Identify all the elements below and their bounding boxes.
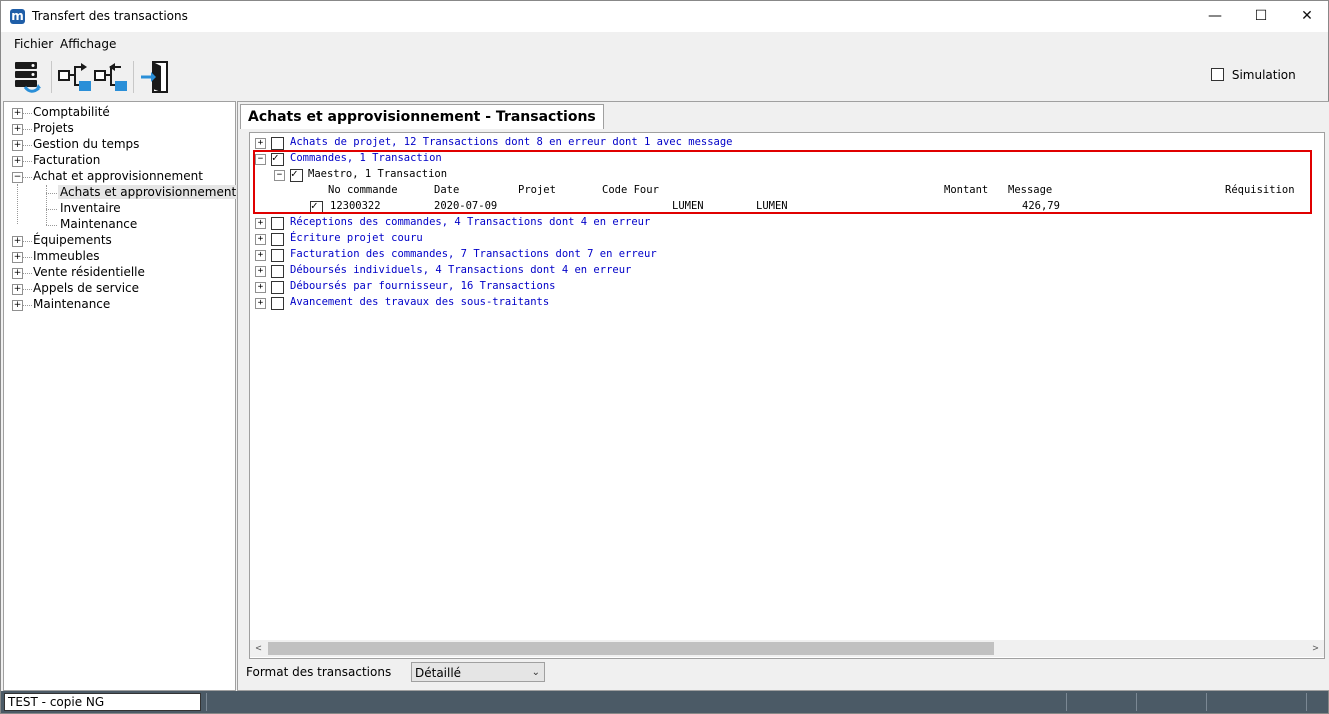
transaction-group-label: Achats de projet, 12 Transactions dont 8…	[290, 136, 733, 148]
format-dropdown[interactable]: Détaillé ⌄	[411, 662, 545, 682]
panel-title-tab[interactable]: Achats et approvisionnement - Transactio…	[240, 104, 604, 129]
collapse-icon[interactable]: −	[12, 172, 23, 183]
expand-icon[interactable]: +	[12, 236, 23, 247]
transactions-tree: + Achats de projet, 12 Transactions dont…	[249, 132, 1325, 659]
transactions-panel: Achats et approvisionnement - Transactio…	[237, 101, 1329, 691]
highlight-box	[253, 150, 1312, 214]
application-window: m Transfert des transactions — ☐ ✕ Fichi…	[0, 0, 1329, 714]
chevron-down-icon: ⌄	[531, 667, 540, 678]
expand-icon[interactable]: +	[12, 284, 23, 295]
transaction-group-label: Déboursés par fournisseur, 16 Transactio…	[290, 280, 556, 292]
transaction-group-label: Avancement des travaux des sous-traitant…	[290, 296, 550, 308]
expand-icon[interactable]: +	[12, 300, 23, 311]
tree-item-label: Appels de service	[33, 281, 140, 295]
expand-icon[interactable]: +	[255, 250, 266, 261]
exit-button[interactable]	[139, 59, 175, 95]
tree-item-label: Comptabilité	[33, 105, 110, 119]
menu-fichier[interactable]: Fichier	[14, 37, 53, 51]
expand-icon[interactable]: +	[255, 138, 266, 149]
expand-icon[interactable]: +	[255, 266, 266, 277]
export-icon	[58, 63, 91, 91]
transfer-db-icon	[15, 62, 41, 93]
expand-icon[interactable]: +	[12, 140, 23, 151]
menu-affichage[interactable]: Affichage	[60, 37, 116, 51]
tree-item-label: Projets	[33, 121, 74, 135]
tree-item-label: Équipements	[33, 233, 112, 247]
row-checkbox[interactable]	[271, 265, 284, 278]
transaction-group-label: Déboursés individuels, 4 Transactions do…	[290, 264, 632, 276]
scroll-left-icon[interactable]: <	[250, 640, 267, 657]
maximize-button[interactable]: ☐	[1238, 1, 1284, 32]
expand-icon[interactable]: +	[255, 234, 266, 245]
format-selected-value: Détaillé	[415, 666, 462, 680]
status-bar: TEST - copie NG	[1, 691, 1328, 713]
tree-item-label: Maintenance	[60, 217, 138, 231]
module-tree: + Comptabilité + Projets + Gestion du te…	[3, 101, 239, 691]
row-checkbox[interactable]	[271, 137, 284, 150]
import-icon	[94, 63, 127, 91]
expand-icon[interactable]: +	[12, 124, 23, 135]
expand-icon[interactable]: +	[12, 268, 23, 279]
tree-connector	[17, 184, 18, 224]
export-button[interactable]	[57, 59, 93, 95]
toolbar-separator	[51, 61, 52, 93]
simulation-checkbox[interactable]	[1211, 68, 1224, 81]
simulation-label: Simulation	[1231, 68, 1296, 82]
tree-item-label: Inventaire	[60, 201, 121, 215]
row-checkbox[interactable]	[271, 233, 284, 246]
title-bar: m Transfert des transactions — ☐ ✕	[1, 1, 1328, 32]
expand-icon[interactable]: +	[255, 298, 266, 309]
toolbar-separator	[133, 61, 134, 93]
tree-item-label: Immeubles	[33, 249, 100, 263]
import-button[interactable]	[93, 59, 129, 95]
app-logo-icon: m	[10, 9, 25, 24]
tree-item-label: Achats et approvisionnement	[58, 185, 239, 199]
tree-item-label: Achat et approvisionnement	[33, 169, 203, 183]
tree-item-label: Gestion du temps	[33, 137, 140, 151]
tree-item-label: Vente résidentielle	[33, 265, 145, 279]
expand-icon[interactable]: +	[12, 156, 23, 167]
scrollbar-thumb[interactable]	[268, 642, 994, 655]
transaction-group-label: Écriture projet couru	[290, 232, 423, 244]
window-title: Transfert des transactions	[32, 9, 188, 23]
format-label: Format des transactions	[246, 665, 392, 679]
row-checkbox[interactable]	[271, 217, 284, 230]
transfer-db-button[interactable]	[11, 59, 47, 95]
transaction-group-label: Réceptions des commandes, 4 Transactions…	[290, 216, 651, 228]
status-database: TEST - copie NG	[4, 693, 201, 711]
row-checkbox[interactable]	[271, 281, 284, 294]
exit-icon	[141, 61, 168, 93]
tree-item-label: Facturation	[33, 153, 101, 167]
expand-icon[interactable]: +	[255, 282, 266, 293]
expand-icon[interactable]: +	[255, 218, 266, 229]
tree-item-label: Maintenance	[33, 297, 111, 311]
expand-icon[interactable]: +	[12, 108, 23, 119]
toolbar	[7, 59, 177, 97]
horizontal-scrollbar[interactable]: < >	[250, 640, 1324, 657]
close-button[interactable]: ✕	[1284, 1, 1329, 32]
row-checkbox[interactable]	[271, 249, 284, 262]
expand-icon[interactable]: +	[12, 252, 23, 263]
simulation-toggle[interactable]: Simulation	[1211, 68, 1296, 82]
transaction-group-label: Facturation des commandes, 7 Transaction…	[290, 248, 657, 260]
scroll-right-icon[interactable]: >	[1307, 640, 1324, 657]
row-checkbox[interactable]	[271, 297, 284, 310]
minimize-button[interactable]: —	[1192, 1, 1238, 32]
